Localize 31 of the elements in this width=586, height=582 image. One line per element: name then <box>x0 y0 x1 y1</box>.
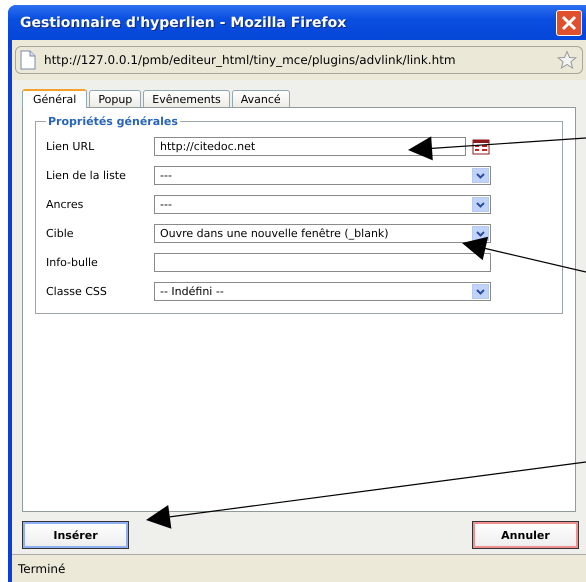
dropdown[interactable]: --- <box>154 195 491 214</box>
tab[interactable]: Popup <box>89 90 142 107</box>
tab[interactable]: Avancé <box>232 90 290 107</box>
close-icon[interactable] <box>556 10 582 36</box>
chevron-down-icon <box>476 172 485 178</box>
dropdown[interactable]: --- <box>154 166 491 185</box>
field-label: Classe CSS <box>46 285 108 298</box>
field-label: Lien URL <box>46 140 96 153</box>
field-label: Lien de la liste <box>46 169 127 182</box>
field-label: Cible <box>46 227 75 240</box>
page-icon <box>20 50 36 70</box>
tab[interactable]: Général <box>22 89 88 108</box>
dropdown[interactable]: Ouvre dans une nouvelle fenêtre (_blank) <box>154 224 491 243</box>
cancel-button[interactable]: Annuler <box>472 521 579 549</box>
chevron-down-icon <box>476 288 485 294</box>
field-label: Ancres <box>46 198 84 211</box>
browse-icon[interactable] <box>471 136 491 156</box>
dropdown[interactable]: -- Indéfini -- <box>154 282 491 301</box>
group-legend: Propriétés générales <box>46 115 180 128</box>
url-text: http://127.0.0.1/pmb/editeur_html/tiny_mce/plugins/advlink/link.htm <box>44 53 457 67</box>
star-icon[interactable] <box>557 50 577 70</box>
field-label: Info-bulle <box>46 256 99 269</box>
address-bar[interactable]: http://127.0.0.1/pmb/editeur_html/tiny_mce/plugins/advlink/link.htm <box>15 46 583 74</box>
chevron-down-icon <box>476 202 485 208</box>
window-title: Gestionnaire d'hyperlien - Mozilla Firefox <box>20 14 348 30</box>
chevron-down-icon <box>476 230 485 236</box>
status-text: Terminé <box>18 562 66 576</box>
insert-button[interactable]: Insérer <box>22 521 129 549</box>
url-field[interactable]: http://citedoc.net <box>154 137 466 156</box>
text-field[interactable] <box>154 253 491 272</box>
tab[interactable]: Evênements <box>143 90 230 107</box>
